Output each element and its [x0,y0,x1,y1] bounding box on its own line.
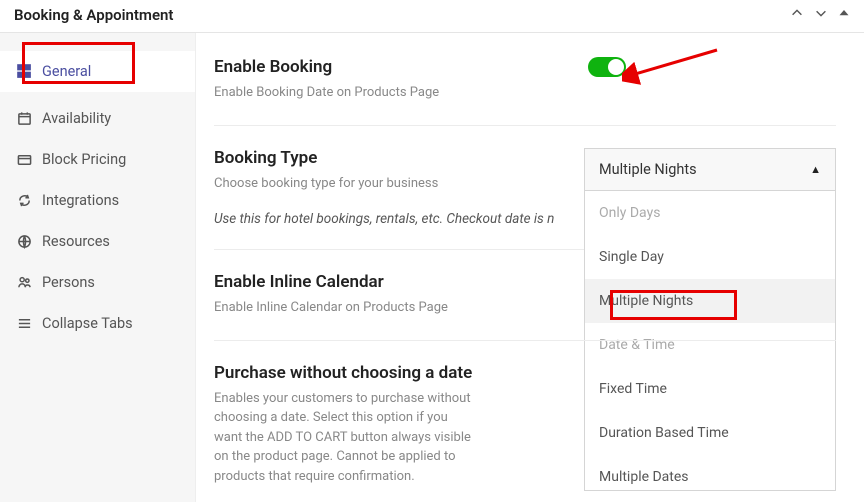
sidebar: General Availability Block Pricing Integ… [0,33,196,502]
grid-icon [16,64,32,80]
sidebar-item-integrations[interactable]: Integrations [0,180,195,221]
setting-title: Purchase without choosing a date [214,363,836,383]
sync-icon [16,193,32,209]
sidebar-item-label: Block Pricing [42,151,126,168]
globe-icon [16,234,32,250]
setting-enable-booking: Enable Booking Enable Booking Date on Pr… [214,57,836,126]
sidebar-item-label: Collapse Tabs [42,315,133,332]
setting-title: Enable Inline Calendar [214,272,836,292]
panel-collapse-icon[interactable] [838,7,850,23]
panel-down-icon[interactable] [814,6,828,24]
card-icon [16,152,32,168]
calendar-icon [16,111,32,127]
setting-desc: Enables your customers to purchase witho… [214,389,474,487]
setting-inline-calendar: Enable Inline Calendar Enable Inline Cal… [214,272,836,341]
setting-desc: Choose booking type for your business [214,174,438,194]
panel-up-icon[interactable] [790,6,804,24]
settings-content: Enable Booking Enable Booking Date on Pr… [196,33,864,502]
people-icon [16,275,32,291]
setting-desc: Enable Inline Calendar on Products Page [214,298,474,318]
panel-controls [790,6,850,24]
sidebar-item-label: Persons [42,274,95,291]
panel-title: Booking & Appointment [14,6,173,24]
dropdown-selected[interactable]: Multiple Nights ▲ [584,148,836,191]
dropdown-selected-label: Multiple Nights [599,161,697,178]
sidebar-item-resources[interactable]: Resources [0,221,195,262]
sidebar-item-collapse-tabs[interactable]: Collapse Tabs [0,303,195,344]
setting-purchase-without-date: Purchase without choosing a date Enables… [214,363,836,503]
toggle-knob [608,59,624,75]
dropdown-option-only-days[interactable]: Only Days [585,191,835,235]
setting-booking-type: Booking Type Choose booking type for you… [214,148,836,251]
sidebar-item-label: Resources [42,233,110,250]
sidebar-item-persons[interactable]: Persons [0,262,195,303]
list-icon [16,316,32,332]
sidebar-item-label: General [42,63,91,80]
sidebar-item-availability[interactable]: Availability [0,98,195,139]
setting-title: Enable Booking [214,57,439,77]
sidebar-item-label: Integrations [42,192,119,209]
panel-header: Booking & Appointment [0,0,864,33]
setting-desc: Enable Booking Date on Products Page [214,83,439,103]
chevron-up-icon: ▲ [810,163,821,176]
enable-booking-toggle[interactable] [588,57,626,77]
sidebar-item-label: Availability [42,110,111,127]
setting-title: Booking Type [214,148,438,168]
sidebar-item-general[interactable]: General [0,51,195,92]
sidebar-item-block-pricing[interactable]: Block Pricing [0,139,195,180]
